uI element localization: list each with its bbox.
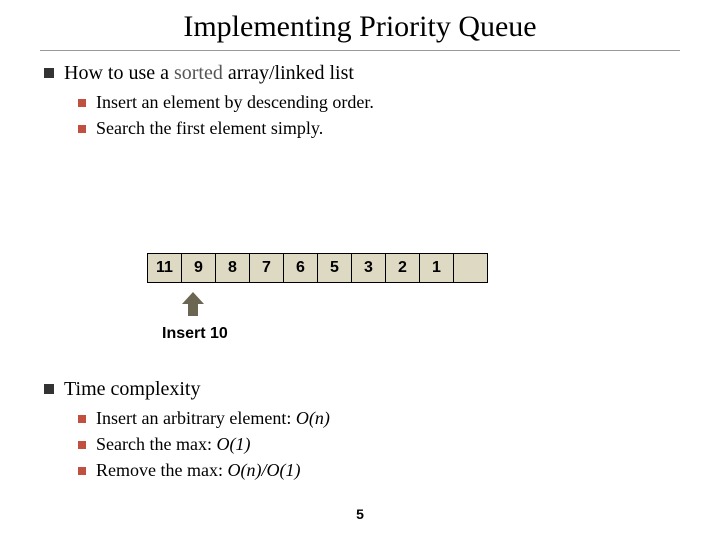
bullet-sorted-word: sorted [174, 62, 223, 84]
page-number: 5 [0, 506, 720, 522]
bullet-text: Search the max: [96, 434, 216, 454]
bullet-text: Insert an element by descending order. [96, 92, 374, 112]
bullet-remove-complexity: Remove the max: O(n)/O(1) [78, 460, 300, 481]
math-on-o1: O(n)/O(1) [227, 460, 300, 480]
math-on: O(n) [296, 408, 330, 428]
bullet-square-icon [78, 99, 86, 107]
insert-label: Insert 10 [162, 325, 228, 343]
array-cell: 1 [419, 253, 454, 283]
bullet-square-icon [78, 125, 86, 133]
bullet-insert-desc: Insert an element by descending order. [78, 92, 374, 113]
bullet-time-complexity: Time complexity [44, 378, 200, 401]
array-cell [453, 253, 488, 283]
bullet-search-complexity: Search the max: O(1) [78, 434, 250, 455]
array-cell: 11 [147, 253, 182, 283]
array-cell: 8 [215, 253, 250, 283]
bullet-square-icon [78, 415, 86, 423]
bullet-text: Search the first element simply. [96, 118, 323, 138]
title-divider [40, 50, 680, 51]
slide-title: Implementing Priority Queue [0, 10, 720, 44]
array-cell: 6 [283, 253, 318, 283]
array-cell: 7 [249, 253, 284, 283]
bullet-howto: How to use a sorted array/linked list [44, 62, 354, 85]
array-cell: 5 [317, 253, 352, 283]
bullet-search-desc: Search the first element simply. [78, 118, 323, 139]
bullet-square-icon [44, 68, 54, 78]
bullet-square-icon [78, 467, 86, 475]
array-cell: 9 [181, 253, 216, 283]
sorted-array: 11 9 8 7 6 5 3 2 1 [147, 253, 488, 283]
bullet-text: array/linked list [223, 62, 354, 84]
bullet-text: Insert an arbitrary element: [96, 408, 296, 428]
bullet-text: Remove the max: [96, 460, 227, 480]
array-cell: 2 [385, 253, 420, 283]
array-cell: 3 [351, 253, 386, 283]
bullet-text: How to use a [64, 62, 174, 84]
bullet-insert-complexity: Insert an arbitrary element: O(n) [78, 408, 330, 429]
slide: Implementing Priority Queue How to use a… [0, 0, 720, 540]
bullet-square-icon [78, 441, 86, 449]
math-o1: O(1) [216, 434, 250, 454]
bullet-square-icon [44, 384, 54, 394]
bullet-text: Time complexity [64, 378, 200, 400]
